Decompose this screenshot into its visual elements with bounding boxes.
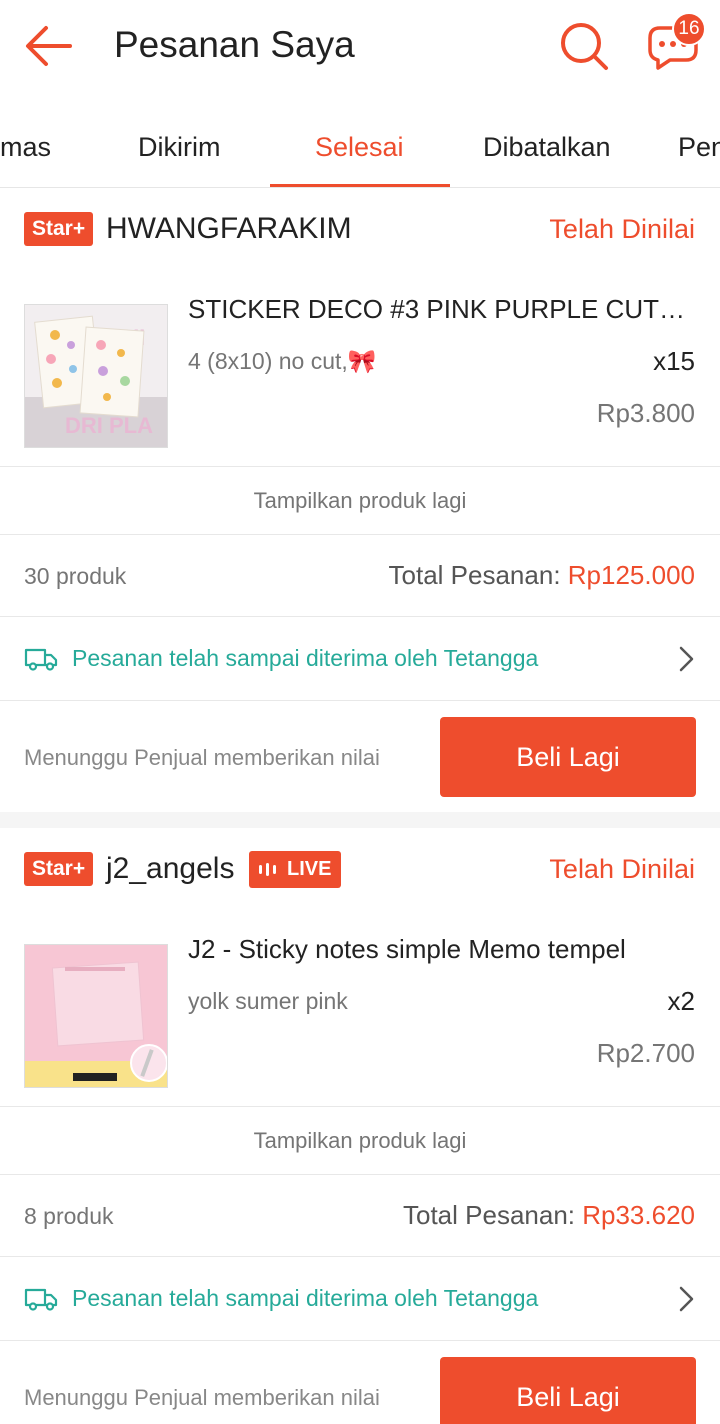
truck-icon: [24, 1288, 58, 1311]
show-more-products[interactable]: Tampilkan produk lagi: [0, 466, 720, 534]
show-more-products[interactable]: Tampilkan produk lagi: [0, 1106, 720, 1174]
shipping-status-row[interactable]: Pesanan telah sampai diterima oleh Tetan…: [0, 616, 720, 700]
svg-text:DRI PLA: DRI PLA: [65, 413, 153, 438]
shop-row[interactable]: Star+ j2_angels LIVE Telah Dinilai: [0, 828, 720, 910]
star-plus-badge: Star+: [24, 212, 94, 246]
order-action-row: Menunggu Penjual memberikan nilai Beli L…: [0, 1340, 720, 1424]
product-quantity: x2: [667, 986, 695, 1016]
product-price: Rp2.700: [596, 1038, 695, 1068]
rating-status-text: Menunggu Penjual memberikan nilai: [24, 745, 380, 770]
truck-icon: [24, 648, 58, 671]
order-total-amount: Rp125.000: [567, 560, 695, 590]
order-total: Total Pesanan: Rp33.620: [403, 1197, 695, 1233]
shipping-status-row[interactable]: Pesanan telah sampai diterima oleh Tetan…: [0, 1256, 720, 1340]
tab-selesai[interactable]: Selesai: [315, 130, 404, 164]
product-name: STICKER DECO #3 PINK PURPLE CUTE AESTHET…: [188, 294, 696, 324]
chevron-right-icon: [679, 646, 694, 672]
order-status: Telah Dinilai: [549, 854, 695, 884]
order-card: Star+ HWANGFARAKIM Telah Dinilai P DUI D…: [0, 188, 720, 812]
rating-status-text: Menunggu Penjual memberikan nilai: [24, 1385, 380, 1410]
order-total-label: Total Pesanan:: [403, 1200, 583, 1230]
product-item[interactable]: J2 - Sticky notes simple Memo tempel yol…: [0, 910, 720, 1106]
order-action-row: Menunggu Penjual memberikan nilai Beli L…: [0, 700, 720, 812]
shop-row[interactable]: Star+ HWANGFARAKIM Telah Dinilai: [0, 188, 720, 270]
shop-name[interactable]: j2_angels: [106, 849, 234, 889]
order-total-row: 30 produk Total Pesanan: Rp125.000: [0, 534, 720, 616]
page-title: Pesanan Saya: [114, 24, 355, 65]
product-quantity: x15: [653, 346, 695, 376]
chevron-right-icon: [679, 1286, 694, 1312]
app-header: Pesanan Saya 16: [0, 0, 720, 100]
shipping-status-text: Pesanan telah sampai diterima oleh Tetan…: [72, 1285, 539, 1311]
shop-name[interactable]: HWANGFARAKIM: [106, 209, 352, 249]
tab-pengembalian[interactable]: Pen: [678, 130, 720, 164]
buy-again-button[interactable]: Beli Lagi: [440, 717, 696, 797]
buy-again-button[interactable]: Beli Lagi: [440, 1357, 696, 1424]
order-total: Total Pesanan: Rp125.000: [389, 557, 695, 593]
product-count: 8 produk: [24, 1203, 114, 1229]
live-badge[interactable]: LIVE: [249, 851, 341, 888]
product-thumbnail: P DUI DRI PLA: [24, 304, 168, 448]
shipping-status-text: Pesanan telah sampai diterima oleh Tetan…: [72, 645, 539, 671]
tab-dikirim[interactable]: Dikirim: [138, 130, 220, 164]
live-label: LIVE: [287, 858, 332, 880]
product-thumbnail: [24, 944, 168, 1088]
star-plus-badge: Star+: [24, 852, 94, 886]
product-price: Rp3.800: [596, 398, 695, 428]
product-name: J2 - Sticky notes simple Memo tempel: [188, 934, 626, 964]
order-card: Star+ j2_angels LIVE Telah Dinilai J2 - …: [0, 828, 720, 1424]
order-status: Telah Dinilai: [549, 214, 695, 244]
product-item[interactable]: P DUI DRI PLA STICKER DECO #3 PINK PURPL…: [0, 270, 720, 466]
live-bars-icon: [259, 863, 276, 876]
product-variant: 4 (8x10) no cut,🎀: [188, 348, 377, 374]
order-total-label: Total Pesanan:: [388, 560, 568, 590]
product-variant: yolk sumer pink: [188, 988, 348, 1014]
search-icon[interactable]: [558, 20, 610, 72]
tab-dikemas[interactable]: mas: [0, 130, 51, 164]
tab-dibatalkan[interactable]: Dibatalkan: [483, 130, 611, 164]
back-arrow-icon[interactable]: [22, 22, 74, 70]
order-status-tabs: mas Dikirim Selesai Dibatalkan Pen: [0, 100, 720, 188]
order-total-amount: Rp33.620: [582, 1200, 695, 1230]
chat-notification-badge: 16: [672, 12, 706, 46]
order-total-row: 8 produk Total Pesanan: Rp33.620: [0, 1174, 720, 1256]
product-count: 30 produk: [24, 563, 127, 589]
